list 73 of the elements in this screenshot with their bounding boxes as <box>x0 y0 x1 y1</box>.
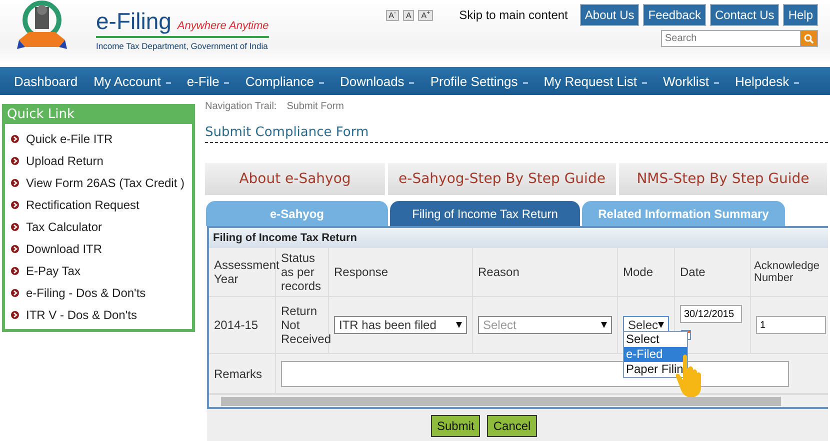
bullet-icon <box>11 267 19 275</box>
column-header: Date <box>680 265 706 279</box>
quick-link[interactable]: Rectification Request <box>26 198 140 212</box>
column-header: Reason <box>478 265 520 279</box>
nav-menu-item[interactable]: My Request List <box>538 74 653 88</box>
bullet-icon <box>11 201 19 209</box>
quick-link[interactable]: Download ITR <box>26 242 102 256</box>
nav-menu-item[interactable]: Worklist <box>656 74 725 88</box>
font-size-button[interactable]: A$^{-}$ <box>386 10 399 20</box>
skip-link[interactable]: Skip to main content <box>459 8 568 22</box>
column-header: Mode <box>623 265 654 279</box>
nav-menu-item[interactable]: Downloads <box>334 74 420 88</box>
top-link-button[interactable]: Feedback <box>643 4 706 26</box>
font-size-button[interactable]: A$^{+}$ <box>418 10 434 20</box>
dropdown-option[interactable]: Paper Filin <box>624 362 687 377</box>
font-size-button[interactable]: A <box>402 10 414 20</box>
action-button[interactable]: Cancel <box>487 415 537 437</box>
sidebar-title: Quick Link <box>6 106 76 124</box>
site-title: e-Filing <box>96 8 172 35</box>
guide-button[interactable]: NMS-Step By Step Guide <box>619 163 827 195</box>
breadcrumb-link[interactable]: Submit Form <box>286 101 344 112</box>
column-header: Acknowledge Number <box>753 260 820 284</box>
bullet-icon <box>11 135 19 143</box>
bullet-icon <box>11 311 19 319</box>
caret-icon <box>456 322 462 328</box>
date-field[interactable]: 30/12/2015 <box>680 305 742 323</box>
nav-menu-item[interactable]: Helpdesk <box>728 74 806 88</box>
nav-menu-item[interactable]: Compliance <box>239 74 330 88</box>
dropdown-option[interactable]: Select <box>624 332 687 347</box>
table-cell: 2014-15 <box>214 318 258 332</box>
bullet-icon <box>11 223 19 231</box>
quick-link[interactable]: Tax Calculator <box>26 220 102 234</box>
top-link-button[interactable]: About Us <box>580 4 640 26</box>
remarks-label: Remarks <box>214 366 262 380</box>
nav-menu-item[interactable]: Dashboard <box>8 74 84 88</box>
dropdown-option[interactable]: e-Filed <box>624 347 687 362</box>
horizontal-scrollbar[interactable] <box>209 394 828 407</box>
remarks-field[interactable] <box>281 360 789 386</box>
bullet-icon <box>11 157 19 165</box>
department-name: Income Tax Department, Government of India <box>96 41 269 51</box>
quick-link[interactable]: E-Pay Tax <box>26 264 80 278</box>
emblem-logo <box>15 0 69 50</box>
top-link-button[interactable]: Help <box>783 4 818 26</box>
bullet-icon <box>11 245 19 253</box>
breadcrumb-label: Navigation Trail: <box>205 101 277 112</box>
top-link-button[interactable]: Contact Us <box>710 4 780 26</box>
caret-icon <box>601 322 607 328</box>
column-header: Assessment Year <box>214 258 280 286</box>
page-title: Submit Compliance Form <box>205 125 828 143</box>
table-cell: Return Not Received <box>281 304 332 346</box>
tagline: Anywhere Anytime <box>177 20 269 32</box>
nav-menu-item[interactable]: Profile Settings <box>424 74 534 88</box>
quick-link[interactable]: ITR V - Dos & Don'ts <box>26 308 137 322</box>
column-header: Response <box>334 265 388 279</box>
bullet-icon <box>11 289 19 297</box>
quick-link[interactable]: Upload Return <box>26 154 104 168</box>
guide-button[interactable]: e-Sahyog-Step By Step Guide <box>388 163 616 195</box>
action-button[interactable]: Submit <box>431 415 480 437</box>
tab[interactable]: Filing of Income Tax Return <box>390 201 580 226</box>
response-dropdown[interactable]: ITR has been filed <box>334 316 467 334</box>
column-header: Status as per records <box>281 251 322 293</box>
guide-button[interactable]: About e-Sahyog <box>205 163 385 195</box>
quick-link[interactable]: View Form 26AS (Tax Credit ) <box>26 176 184 190</box>
nav-menu-item[interactable]: My Account <box>88 74 177 88</box>
acknowledgement-field[interactable]: 1 <box>756 316 826 334</box>
quick-link[interactable]: e-Filing - Dos & Don'ts <box>26 286 146 300</box>
search-button[interactable] <box>800 30 818 47</box>
panel-title: Filing of Income Tax Return <box>209 228 828 248</box>
search-icon <box>804 34 814 44</box>
quick-link[interactable]: Quick e-File ITR <box>26 132 113 146</box>
nav-menu-item[interactable]: e-File <box>180 74 236 88</box>
bullet-icon <box>11 179 19 187</box>
search-field[interactable]: Search <box>661 30 800 47</box>
